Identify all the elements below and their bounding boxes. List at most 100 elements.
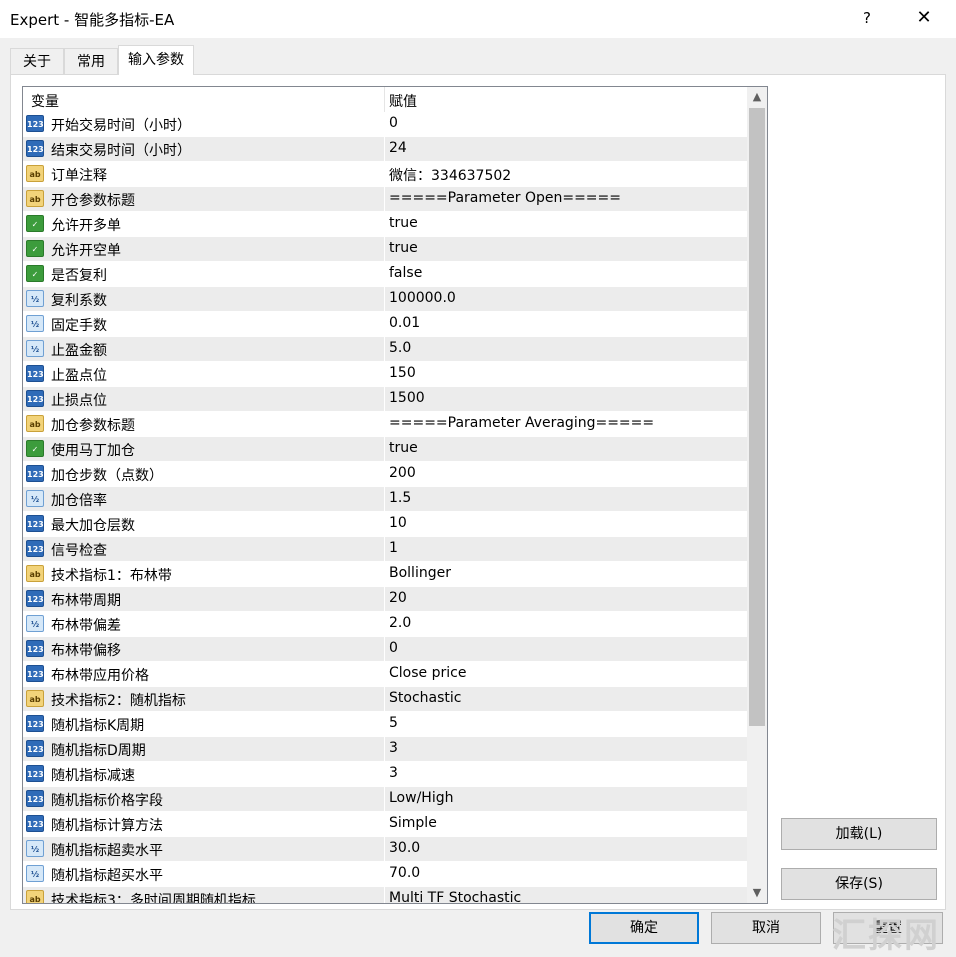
help-button[interactable]: ? <box>852 4 882 32</box>
parameter-value[interactable]: 0.01 <box>389 315 420 331</box>
table-row[interactable]: ✓ 使用马丁加仓 true <box>23 437 747 462</box>
table-row[interactable]: ½ 布林带偏差 2.0 <box>23 612 747 637</box>
bool-icon: ✓ <box>26 215 44 232</box>
parameter-name: 随机指标K周期 <box>51 718 145 734</box>
parameter-name: 布林带偏差 <box>51 618 121 634</box>
parameter-value[interactable]: 70.0 <box>389 865 420 881</box>
parameter-name: 使用马丁加仓 <box>51 443 135 459</box>
parameter-name: 加仓步数（点数） <box>51 468 163 484</box>
table-row[interactable]: ab 订单注释 微信：334637502 <box>23 162 747 187</box>
int-icon: 123 <box>26 590 44 607</box>
scroll-thumb[interactable] <box>749 108 765 726</box>
parameter-value[interactable]: 0 <box>389 115 398 131</box>
ok-button[interactable]: 确定 <box>589 912 699 944</box>
parameter-value[interactable]: Close price <box>389 665 466 681</box>
table-row[interactable]: 123 随机指标减速 3 <box>23 762 747 787</box>
parameter-value[interactable]: 1.5 <box>389 490 411 506</box>
table-row[interactable]: 123 止损点位 1500 <box>23 387 747 412</box>
parameter-value[interactable]: Bollinger <box>389 565 451 581</box>
table-row[interactable]: 123 最大加仓层数 10 <box>23 512 747 537</box>
parameter-name: 订单注释 <box>51 168 107 184</box>
parameter-name: 布林带偏移 <box>51 643 121 659</box>
table-row[interactable]: ✓ 允许开空单 true <box>23 237 747 262</box>
parameter-value[interactable]: 3 <box>389 765 398 781</box>
table-row[interactable]: ab 开仓参数标题 =====Parameter Open===== <box>23 187 747 212</box>
parameter-name: 随机指标减速 <box>51 768 135 784</box>
load-button[interactable]: 加载(L) <box>781 818 937 850</box>
save-button[interactable]: 保存(S) <box>781 868 937 900</box>
table-row[interactable]: ½ 复利系数 100000.0 <box>23 287 747 312</box>
parameter-value[interactable]: 5.0 <box>389 340 411 356</box>
parameter-value[interactable]: 30.0 <box>389 840 420 856</box>
vertical-scrollbar[interactable]: ▲ ▼ <box>747 87 767 903</box>
parameter-value[interactable]: true <box>389 240 418 256</box>
parameter-value[interactable]: =====Parameter Averaging===== <box>389 415 654 431</box>
parameter-value[interactable]: Multi TF Stochastic <box>389 890 521 903</box>
table-row[interactable]: 123 随机指标D周期 3 <box>23 737 747 762</box>
table-row[interactable]: 123 加仓步数（点数） 200 <box>23 462 747 487</box>
parameter-value[interactable]: 10 <box>389 515 407 531</box>
parameter-value[interactable]: 5 <box>389 715 398 731</box>
tab-about[interactable]: 关于 <box>10 48 64 74</box>
parameter-value[interactable]: 100000.0 <box>389 290 456 306</box>
parameter-value[interactable]: true <box>389 440 418 456</box>
parameter-value[interactable]: true <box>389 215 418 231</box>
table-row[interactable]: ½ 止盈金额 5.0 <box>23 337 747 362</box>
window-title: Expert - 智能多指标-EA <box>10 11 175 29</box>
parameter-value[interactable]: 微信：334637502 <box>389 165 511 185</box>
table-row[interactable]: ab 技术指标1：布林带 Bollinger <box>23 562 747 587</box>
parameter-value[interactable]: 150 <box>389 365 416 381</box>
column-header-value[interactable]: 赋值 <box>389 91 417 111</box>
parameter-value[interactable]: 3 <box>389 740 398 756</box>
cancel-button[interactable]: 取消 <box>711 912 821 944</box>
parameter-value[interactable]: Low/High <box>389 790 453 806</box>
parameter-name: 随机指标超买水平 <box>51 868 163 884</box>
parameter-value[interactable]: 1 <box>389 540 398 556</box>
cell-divider <box>384 537 385 562</box>
parameter-value[interactable]: 200 <box>389 465 416 481</box>
table-row[interactable]: ab 技术指标3：多时间周期随机指标 Multi TF Stochastic <box>23 887 747 903</box>
column-header-variable[interactable]: 变量 <box>31 91 59 111</box>
table-row[interactable]: ½ 加仓倍率 1.5 <box>23 487 747 512</box>
table-row[interactable]: 123 信号检查 1 <box>23 537 747 562</box>
table-row[interactable]: 123 随机指标价格字段 Low/High <box>23 787 747 812</box>
table-row[interactable]: ✓ 是否复利 false <box>23 262 747 287</box>
parameter-value[interactable]: 20 <box>389 590 407 606</box>
parameter-name: 随机指标D周期 <box>51 743 146 759</box>
table-row[interactable]: 123 布林带周期 20 <box>23 587 747 612</box>
scroll-down-icon[interactable]: ▼ <box>747 883 767 903</box>
table-row[interactable]: 123 结束交易时间（小时） 24 <box>23 137 747 162</box>
parameter-value[interactable]: false <box>389 265 422 281</box>
parameter-value[interactable]: 1500 <box>389 390 425 406</box>
double-icon: ½ <box>26 315 44 332</box>
table-row[interactable]: ab 技术指标2：随机指标 Stochastic <box>23 687 747 712</box>
parameter-name: 止盈点位 <box>51 368 107 384</box>
tab-common[interactable]: 常用 <box>64 48 118 74</box>
tab-strip: 关于 常用 输入参数 <box>0 38 956 75</box>
parameter-value[interactable]: Simple <box>389 815 437 831</box>
table-row[interactable]: 123 布林带偏移 0 <box>23 637 747 662</box>
parameter-value[interactable]: 2.0 <box>389 615 411 631</box>
scroll-up-icon[interactable]: ▲ <box>747 87 767 107</box>
table-row[interactable]: 123 开始交易时间（小时） 0 <box>23 112 747 137</box>
table-row[interactable]: 123 随机指标计算方法 Simple <box>23 812 747 837</box>
column-divider[interactable] <box>384 87 385 112</box>
close-button[interactable]: ✕ <box>908 4 940 32</box>
table-row[interactable]: 123 止盈点位 150 <box>23 362 747 387</box>
cell-divider <box>384 462 385 487</box>
table-row[interactable]: ab 加仓参数标题 =====Parameter Averaging===== <box>23 412 747 437</box>
tab-inputs[interactable]: 输入参数 <box>118 45 194 75</box>
table-row[interactable]: ½ 随机指标超买水平 70.0 <box>23 862 747 887</box>
table-row[interactable]: ½ 固定手数 0.01 <box>23 312 747 337</box>
parameter-name: 随机指标计算方法 <box>51 818 163 834</box>
parameter-value[interactable]: 24 <box>389 140 407 156</box>
cell-divider <box>384 612 385 637</box>
parameter-value[interactable]: =====Parameter Open===== <box>389 190 621 206</box>
parameter-value[interactable]: Stochastic <box>389 690 461 706</box>
table-row[interactable]: 123 布林带应用价格 Close price <box>23 662 747 687</box>
cell-divider <box>384 337 385 362</box>
parameter-value[interactable]: 0 <box>389 640 398 656</box>
table-row[interactable]: ✓ 允许开多单 true <box>23 212 747 237</box>
table-row[interactable]: ½ 随机指标超卖水平 30.0 <box>23 837 747 862</box>
table-row[interactable]: 123 随机指标K周期 5 <box>23 712 747 737</box>
